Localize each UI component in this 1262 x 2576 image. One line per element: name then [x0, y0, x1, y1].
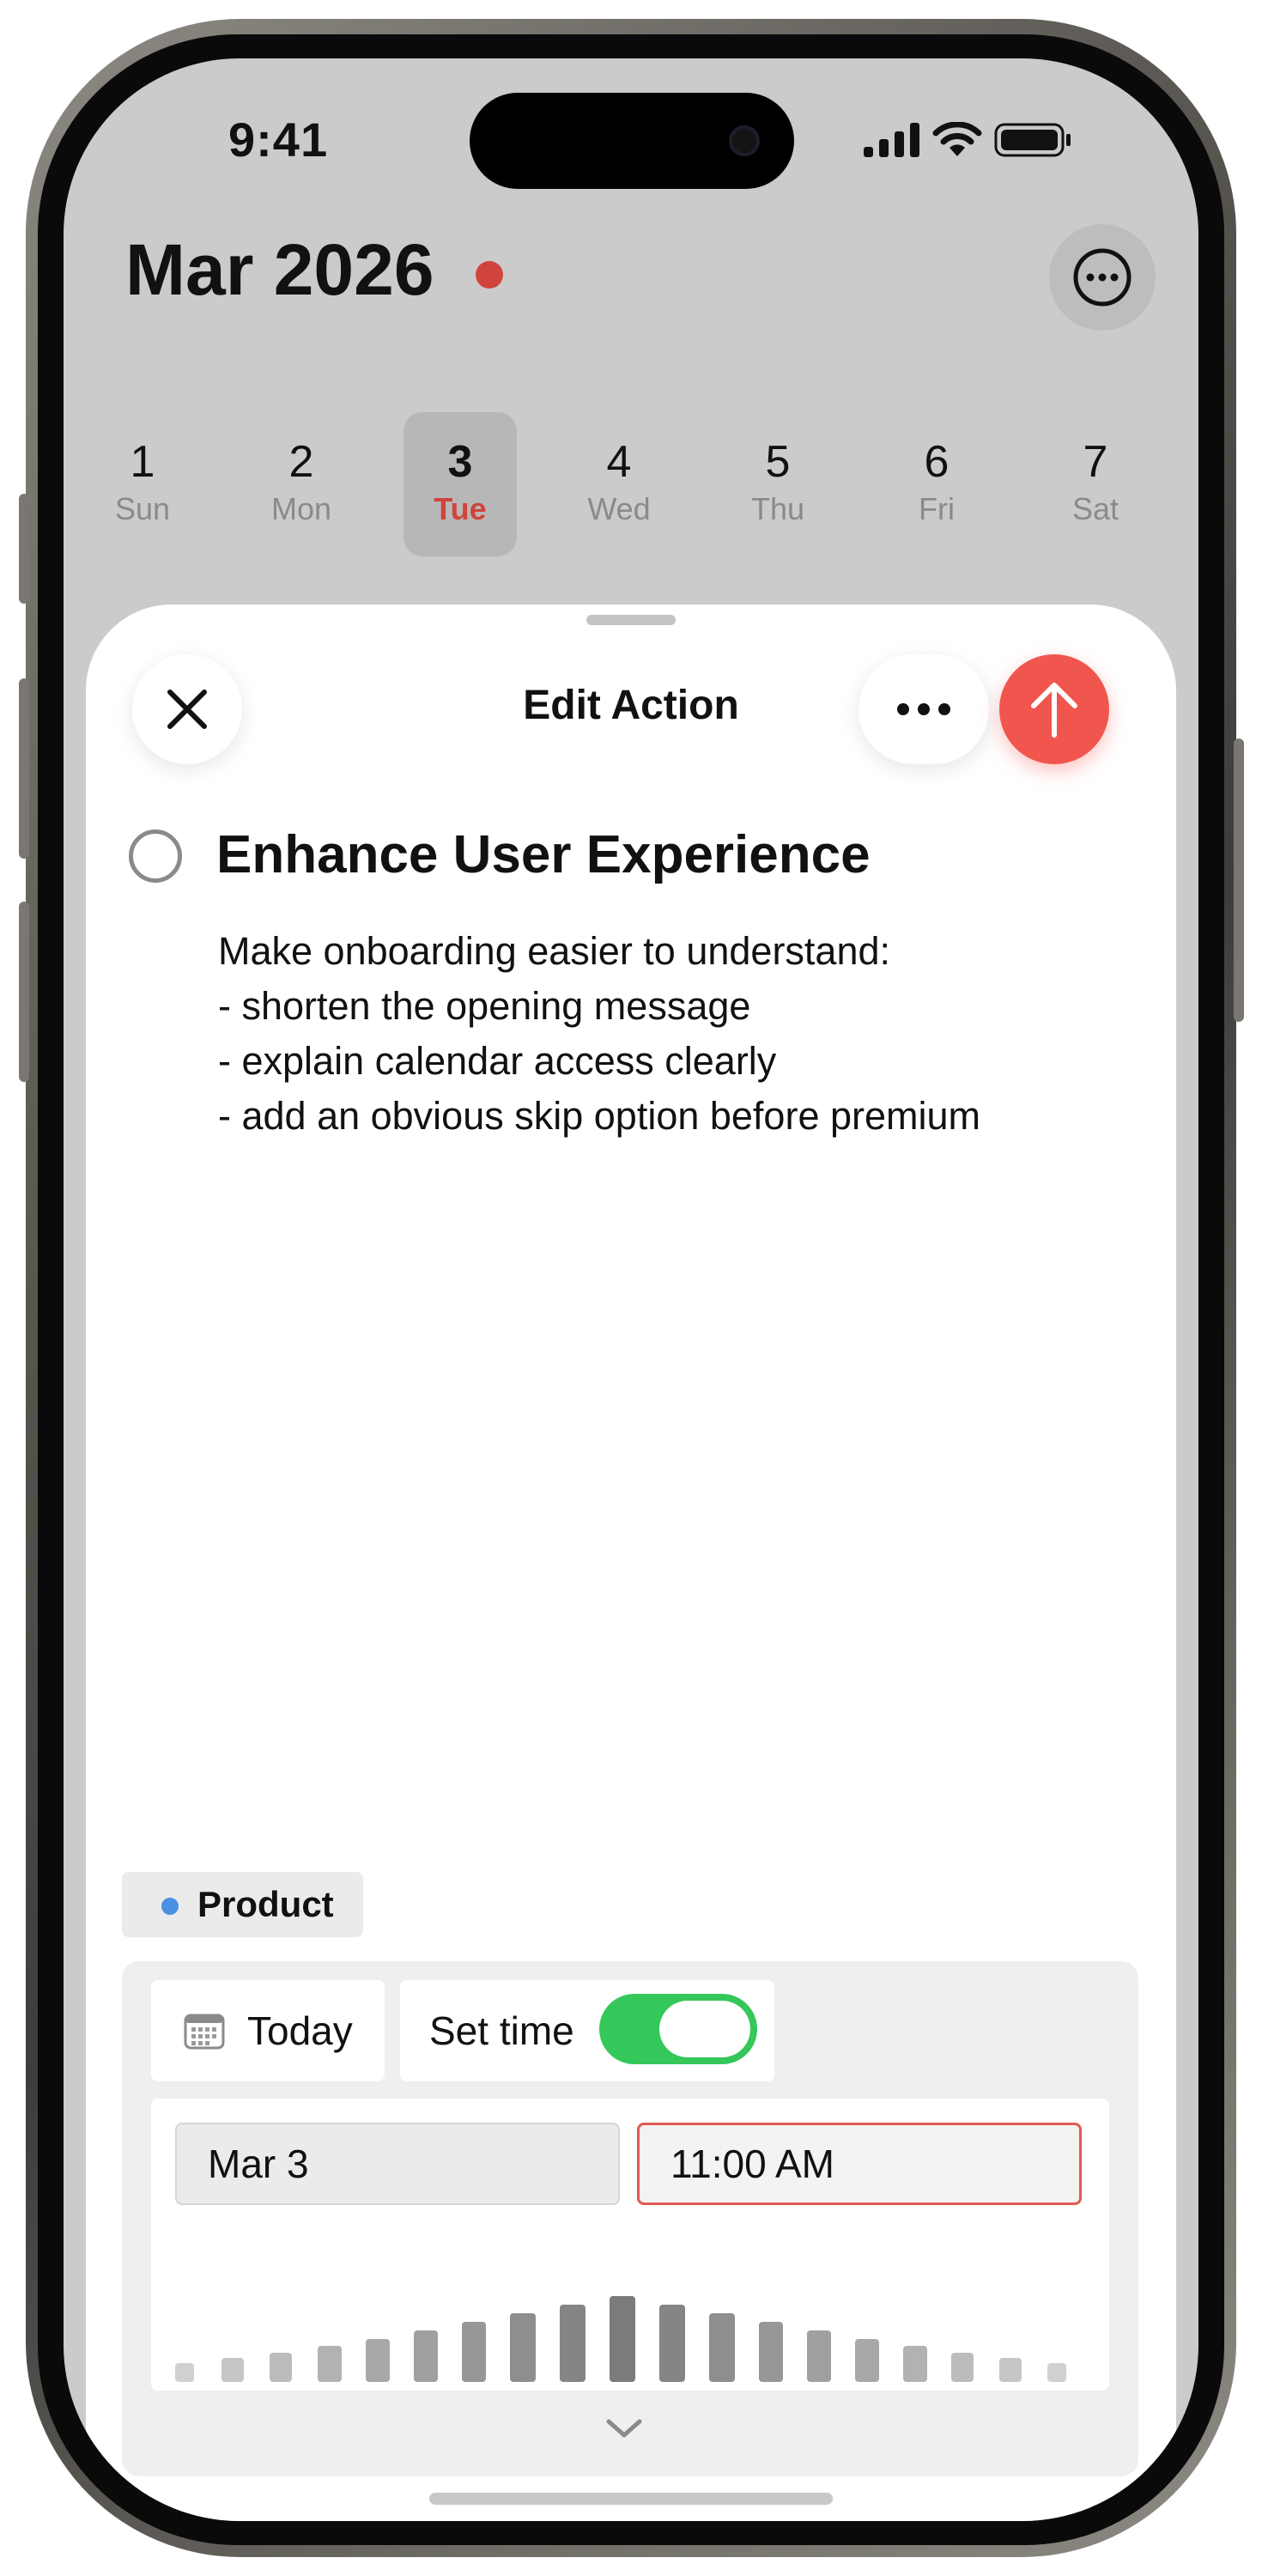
wheel-tick: [462, 2322, 486, 2382]
day-number: 4: [606, 437, 632, 487]
chevron-down-icon[interactable]: [605, 2418, 643, 2440]
status-time: 9:41: [228, 112, 329, 167]
set-time-chip: Set time: [400, 1980, 774, 2081]
note-line: - add an obvious skip option before prem…: [218, 1094, 981, 1138]
action-button: [19, 494, 29, 604]
wheel-tick: [270, 2353, 292, 2382]
more-actions-button[interactable]: [859, 654, 989, 764]
toggle-knob: [659, 2001, 750, 2057]
day-fri[interactable]: 6 Fri: [880, 412, 993, 556]
day-thu[interactable]: 5 Thu: [721, 412, 834, 556]
ellipsis-circle-icon: [1073, 248, 1132, 307]
day-name: Fri: [919, 491, 955, 526]
screen: 9:41 Mar 2026 1 Sun 2 Mon 3 Tue 4 Wed 5 …: [64, 58, 1198, 2521]
task-title[interactable]: Enhance User Experience: [216, 824, 871, 885]
more-options-button[interactable]: [1049, 224, 1156, 331]
day-number: 2: [288, 437, 314, 487]
day-name: Wed: [587, 491, 651, 526]
wheel-tick: [999, 2358, 1022, 2382]
day-number: 5: [765, 437, 791, 487]
day-name: Mon: [270, 491, 332, 526]
volume-up-button: [19, 678, 29, 859]
wheel-tick: [855, 2339, 879, 2382]
wheel-tick: [221, 2358, 244, 2382]
project-tag[interactable]: Product: [122, 1872, 363, 1937]
day-mon[interactable]: 2 Mon: [245, 412, 358, 556]
wheel-tick: [951, 2353, 974, 2382]
day-number: 3: [447, 437, 473, 487]
today-indicator-dot: [476, 261, 503, 289]
wheel-tick: [318, 2346, 342, 2382]
schedule-panel: Today Set time Mar 3 11:00 AM: [122, 1961, 1138, 2476]
wifi-icon: [932, 122, 982, 156]
front-camera: [729, 125, 760, 156]
time-field[interactable]: 11:00 AM: [637, 2123, 1082, 2205]
day-number: 1: [130, 437, 155, 487]
wheel-tick: [903, 2346, 927, 2382]
sheet-grabber[interactable]: [586, 615, 676, 625]
day-wed[interactable]: 4 Wed: [562, 412, 676, 556]
dynamic-island: [470, 93, 794, 189]
date-chip-today[interactable]: Today: [151, 1980, 385, 2081]
battery-icon: [994, 123, 1071, 157]
wheel-tick: [510, 2313, 536, 2382]
wheel-tick: [659, 2305, 685, 2382]
note-line: - explain calendar access clearly: [218, 1039, 777, 1083]
day-name: Sat: [1071, 491, 1119, 526]
wheel-tick: [366, 2339, 390, 2382]
save-send-button[interactable]: [999, 654, 1109, 764]
date-field[interactable]: Mar 3: [175, 2123, 620, 2205]
day-name: Thu: [750, 491, 805, 526]
home-indicator[interactable]: [429, 2493, 833, 2505]
day-number: 6: [924, 437, 950, 487]
cellular-signal-icon: [864, 123, 919, 157]
day-sun[interactable]: 1 Sun: [86, 412, 199, 556]
note-line: - shorten the opening message: [218, 984, 751, 1028]
wheel-tick: [175, 2363, 194, 2382]
tag-label: Product: [197, 1884, 334, 1924]
day-sat[interactable]: 7 Sat: [1039, 412, 1152, 556]
wheel-tick: [1047, 2363, 1066, 2382]
day-name: Tue: [434, 491, 487, 526]
day-name: Sun: [114, 491, 171, 526]
wheel-tick: [807, 2330, 831, 2382]
arrow-up-icon: [1031, 683, 1077, 738]
wheel-tick: [414, 2330, 438, 2382]
month-title[interactable]: Mar 2026: [125, 228, 434, 312]
volume-down-button: [19, 902, 29, 1082]
wheel-tick: [610, 2296, 635, 2382]
note-line: Make onboarding easier to understand:: [218, 929, 891, 973]
calendar-icon: [184, 2014, 225, 2050]
time-scrubber-wheel[interactable]: [151, 2236, 1109, 2391]
task-notes[interactable]: Make onboarding easier to understand: - …: [218, 924, 1128, 1144]
wheel-tick: [709, 2313, 735, 2382]
day-tue-selected[interactable]: 3 Tue: [403, 412, 517, 556]
power-button: [1234, 738, 1244, 1022]
complete-checkbox[interactable]: [129, 829, 182, 883]
set-time-label: Set time: [429, 2008, 574, 2053]
set-time-toggle[interactable]: [599, 1994, 757, 2064]
wheel-tick: [759, 2322, 783, 2382]
status-icons: [864, 118, 1073, 161]
edit-action-sheet: Edit Action Enhance User Experience Make…: [86, 605, 1176, 2521]
date-chip-label: Today: [247, 2008, 353, 2053]
date-time-picker: Mar 3 11:00 AM: [151, 2099, 1109, 2391]
day-number: 7: [1083, 437, 1108, 487]
ellipsis-icon: [897, 703, 950, 715]
tag-color-dot: [161, 1898, 179, 1915]
wheel-tick: [560, 2305, 585, 2382]
